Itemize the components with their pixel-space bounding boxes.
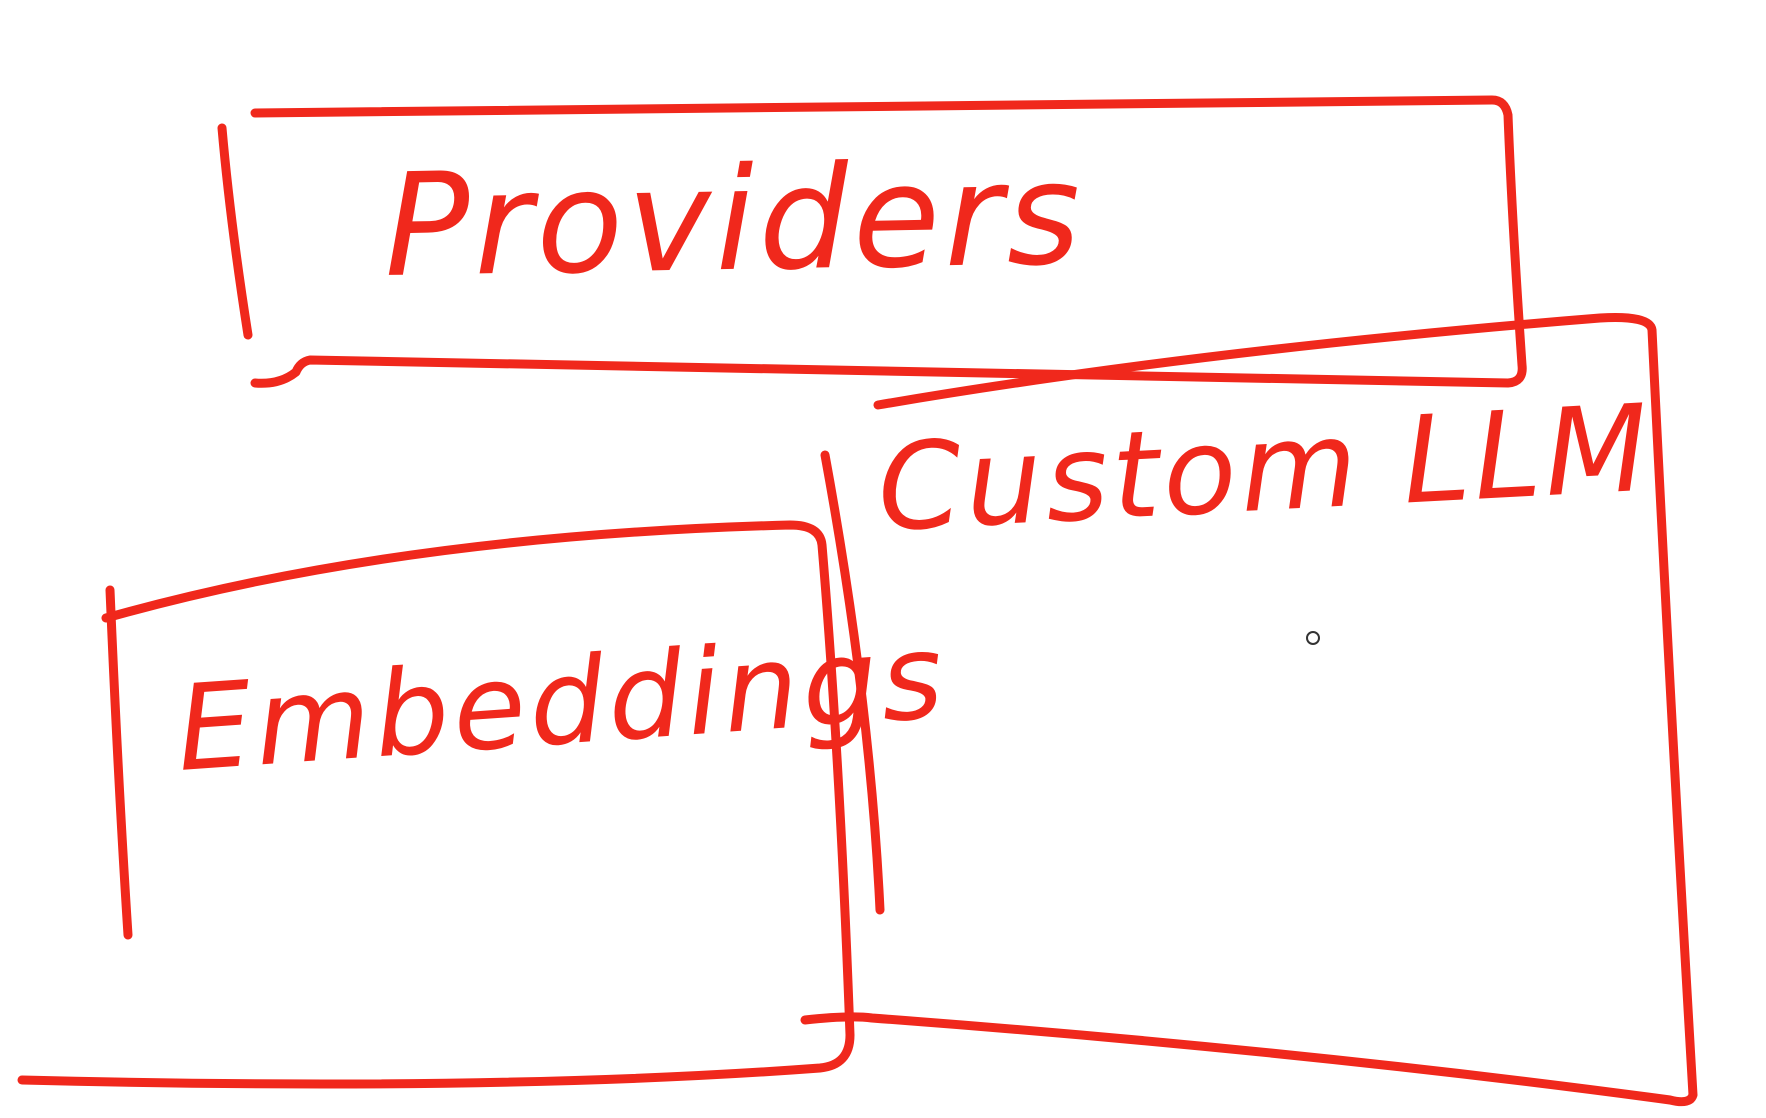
embeddings-box: Embeddings [17,520,951,1089]
embeddings-box-outline [17,520,855,1089]
cursor-dot [1306,631,1320,645]
custom-llm-label: Custom LLM [874,380,1655,559]
whiteboard-sketch: Providers Custom LLM Embeddings [17,95,1698,1107]
providers-label: Providers [383,132,1086,309]
